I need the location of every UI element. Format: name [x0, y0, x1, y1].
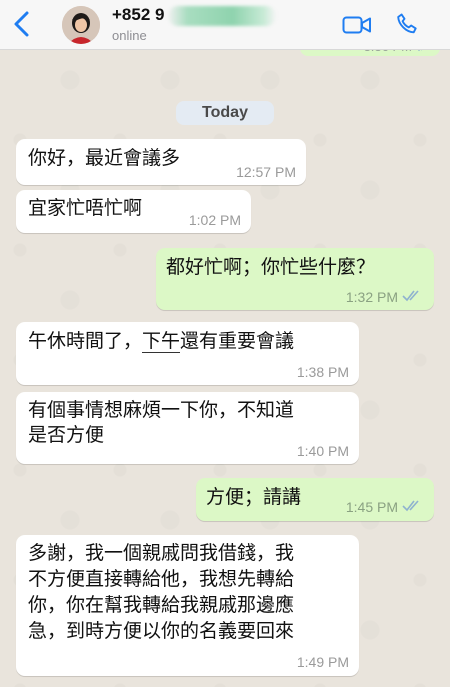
incoming-message[interactable]: 你好，最近會議多 12:57 PM — [16, 139, 306, 185]
avatar[interactable] — [62, 6, 100, 44]
message-time: 1:40 PM — [296, 443, 349, 459]
message-text: 急，到時方便以你的名義要回來 — [28, 620, 295, 642]
message-text: 你，你在幫我轉給我親戚那邊應 — [28, 594, 295, 616]
message-text: 宜家忙唔忙啊 — [28, 197, 143, 219]
message-text-part: 午休時間了， — [28, 330, 143, 352]
message-text: 午休時間了，下午還有重要會議 — [28, 328, 294, 355]
outgoing-message[interactable]: 都好忙啊；你忙些什麼？ 1:32 PM — [156, 248, 434, 310]
read-receipt-icon — [402, 290, 419, 302]
date-separator: Today — [176, 101, 274, 125]
chat-header: +852 9 online — [0, 0, 450, 50]
message-time: 1:38 PM — [296, 364, 349, 380]
message-time: 1:02 PM — [188, 212, 241, 228]
message-text: 多謝，我一個親戚問我借錢，我 — [28, 542, 295, 564]
message-text: 是否方便 — [28, 424, 105, 446]
read-receipt-icon — [402, 500, 419, 512]
message-text: 你好，最近會議多 — [28, 147, 181, 169]
incoming-message[interactable]: 有個事情想麻煩一下你，不知道 是否方便 1:40 PM — [16, 392, 359, 464]
message-time: 12:57 PM — [236, 164, 296, 180]
outgoing-message[interactable]: 方便；請講 1:45 PM — [196, 478, 434, 521]
incoming-message[interactable]: 午休時間了，下午還有重要會議 1:38 PM — [16, 322, 359, 385]
message-text: 有個事情想麻煩一下你，不知道 — [28, 399, 295, 421]
incoming-message[interactable]: 宜家忙唔忙啊 1:02 PM — [16, 190, 251, 233]
phone-icon[interactable] — [395, 12, 419, 36]
incoming-message[interactable]: 多謝，我一個親戚問我借錢，我 不方便直接轉給他，我想先轉給 你，你在幫我轉給我親… — [16, 535, 359, 676]
message-text: 不方便直接轉給他，我想先轉給 — [28, 568, 295, 590]
underlined-text: 下午 — [142, 330, 181, 353]
contact-status: online — [112, 28, 147, 43]
message-text-part: 還有重要會議 — [180, 330, 295, 352]
chevron-left-icon[interactable] — [10, 9, 34, 39]
message-text: 方便；請講 — [206, 486, 302, 508]
message-text: 都好忙啊；你忙些什麼？ — [166, 256, 376, 278]
message-time: 1:32 PM — [345, 289, 398, 305]
contact-name[interactable]: +852 9 — [112, 5, 164, 25]
video-camera-icon[interactable] — [342, 14, 372, 36]
message-time: 1:49 PM — [296, 654, 349, 670]
message-time: 1:45 PM — [345, 499, 398, 515]
redaction-blur — [168, 6, 276, 26]
